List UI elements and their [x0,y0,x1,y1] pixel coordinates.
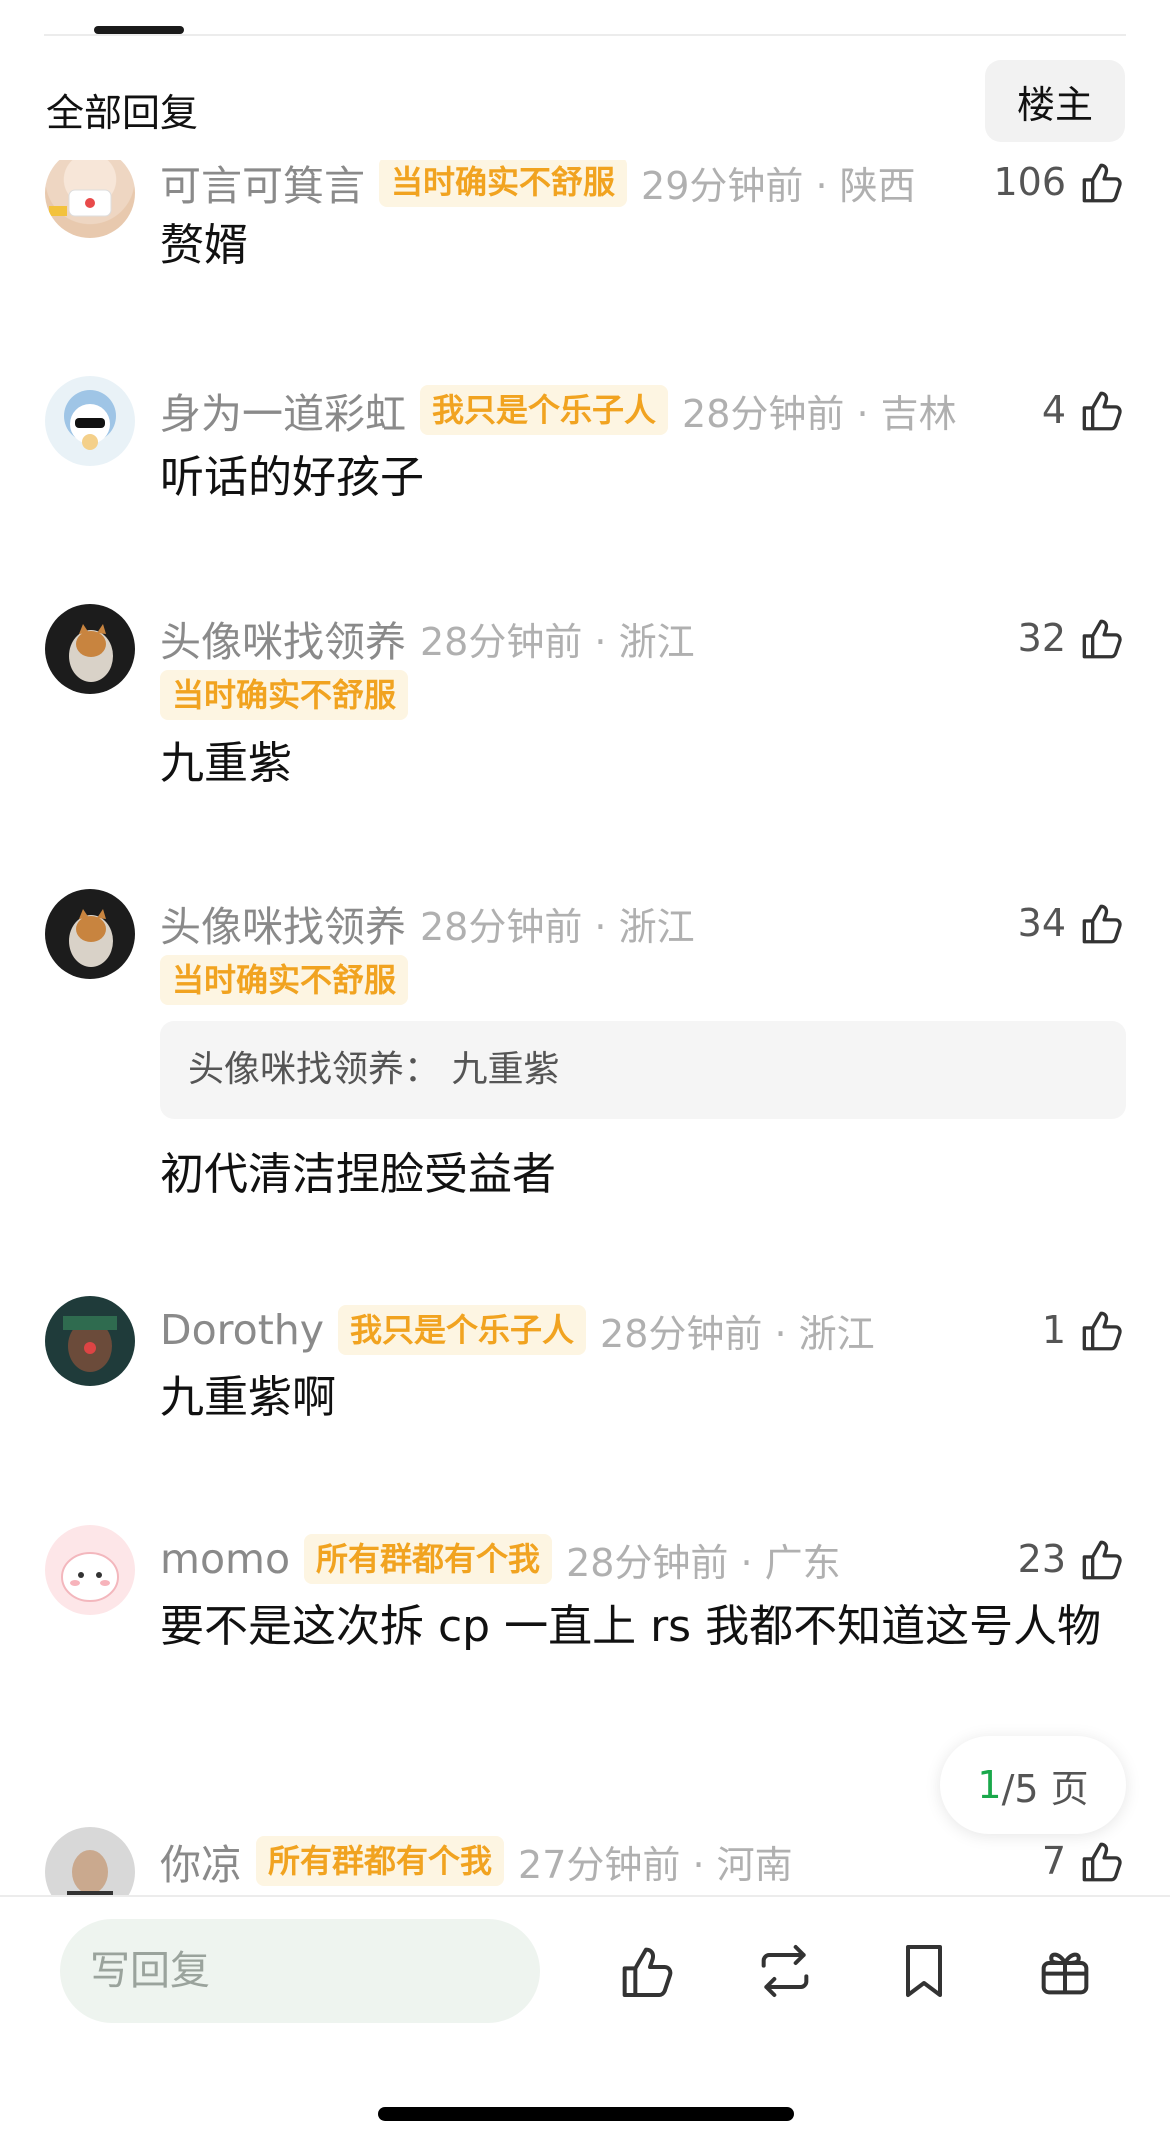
username[interactable]: 头像咪找领养 [160,608,406,668]
like-button[interactable]: 32 [1018,608,1126,668]
like-button[interactable]: 1 [1042,1300,1126,1360]
thumbs-up-icon [1082,904,1122,944]
reply-input[interactable]: 写回复 [60,1919,540,2023]
comment-meta: 可言可箕言 当时确实不舒服 29分钟前 · 陕西 [160,152,916,212]
comment-list[interactable]: 可言可箕言 当时确实不舒服 29分钟前 · 陕西 106 赘婿 身为一道彩虹 我… [0,0,1170,1895]
thumbs-up-icon [1082,1540,1122,1580]
avatar[interactable] [45,1296,135,1386]
avatar[interactable] [45,1827,135,1895]
avatar[interactable] [45,1525,135,1615]
page-title: 全部回复 [46,91,199,135]
like-button[interactable]: 106 [993,152,1126,212]
timestamp-location: 28分钟前 · 广东 [566,1540,841,1585]
comment-meta: 你凉 所有群都有个我 27分钟前 · 河南 [160,1831,793,1891]
username[interactable]: 身为一道彩虹 [160,380,406,440]
username[interactable]: Dorothy [160,1306,324,1354]
fan-badge[interactable]: 我只是个乐子人 [420,385,669,435]
like-count: 34 [1017,901,1066,945]
home-indicator [378,2107,794,2121]
timestamp-location: 28分钟前 · 浙江 [420,619,695,664]
thumbs-up-icon [1082,1311,1122,1351]
like-count: 7 [1041,1839,1066,1883]
username[interactable]: 头像咪找领养 [160,893,406,953]
like-icon[interactable] [614,1939,678,2003]
fan-badge[interactable]: 我只是个乐子人 [338,1305,587,1355]
like-count: 23 [1017,1537,1066,1581]
like-button[interactable]: 7 [1042,1831,1126,1891]
avatar[interactable] [45,148,135,238]
thumbs-up-icon [1082,163,1122,203]
comment-text: 初代清洁捏脸受益者 [160,1149,556,1200]
badge-row: 当时确实不舒服 [160,670,409,720]
avatar[interactable] [45,889,135,979]
comment-meta: 身为一道彩虹 我只是个乐子人 28分钟前 · 吉林 [160,380,957,440]
like-button[interactable]: 23 [1018,1529,1126,1589]
fan-badge[interactable]: 所有群都有个我 [256,1836,505,1886]
like-button[interactable]: 4 [1042,380,1126,440]
comment-text: 九重紫 [160,738,292,789]
badge-row: 当时确实不舒服 [160,955,409,1005]
like-button[interactable]: 34 [1018,893,1126,953]
comment-text: 要不是这次拆 cp 一直上 rs 我都不知道这号人物 [160,1601,1102,1652]
timestamp-location: 29分钟前 · 陕西 [641,163,916,208]
bookmark-icon[interactable] [892,1939,956,2003]
thumbs-up-icon [1082,1842,1122,1882]
timestamp-location: 28分钟前 · 吉林 [682,391,957,436]
current-page: 1 [977,1763,1002,1807]
op-filter-button[interactable]: 楼主 [985,60,1125,142]
comment-text: 听话的好孩子 [160,452,424,503]
comment-meta: 头像咪找领养 28分钟前 · 浙江 [160,608,695,668]
fan-badge[interactable]: 当时确实不舒服 [160,955,409,1005]
like-count: 1 [1041,1308,1066,1352]
replies-header: 全部回复 楼主 [0,50,1170,160]
page-indicator[interactable]: 1/5 页 [940,1736,1126,1834]
like-count: 32 [1017,616,1066,660]
username[interactable]: momo [160,1535,290,1583]
fan-badge[interactable]: 当时确实不舒服 [379,157,628,207]
repost-icon[interactable] [753,1939,817,2003]
thumbs-up-icon [1082,391,1122,431]
comment-text: 赘婿 [160,220,248,271]
quoted-reply[interactable]: 头像咪找领养： 九重紫 [160,1021,1126,1119]
timestamp-location: 27分钟前 · 河南 [518,1842,793,1887]
comment-meta: 头像咪找领养 28分钟前 · 浙江 [160,893,695,953]
fan-badge[interactable]: 当时确实不舒服 [160,670,409,720]
avatar[interactable] [45,376,135,466]
username[interactable]: 你凉 [160,1831,242,1891]
timestamp-location: 28分钟前 · 浙江 [420,904,695,949]
comment-meta: momo 所有群都有个我 28分钟前 · 广东 [160,1529,841,1589]
gift-icon[interactable] [1033,1939,1097,2003]
like-count: 4 [1041,388,1066,432]
thumbs-up-icon [1082,619,1122,659]
bottom-action-bar: 写回复 [0,1895,1170,2142]
avatar[interactable] [45,604,135,694]
username[interactable]: 可言可箕言 [160,152,365,212]
comment-meta: Dorothy 我只是个乐子人 28分钟前 · 浙江 [160,1300,875,1360]
page-total: /5 页 [1001,1766,1089,1811]
timestamp-location: 28分钟前 · 浙江 [600,1311,875,1356]
fan-badge[interactable]: 所有群都有个我 [304,1534,553,1584]
comment-text: 九重紫啊 [160,1372,336,1423]
like-count: 106 [993,160,1066,204]
